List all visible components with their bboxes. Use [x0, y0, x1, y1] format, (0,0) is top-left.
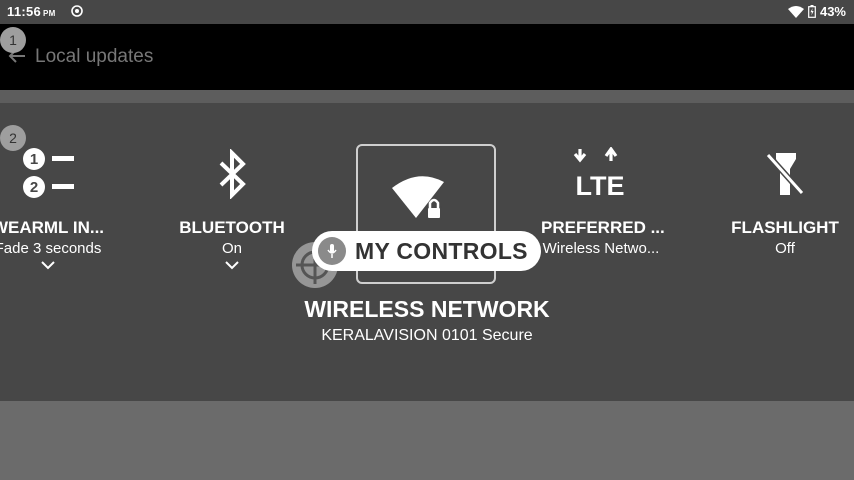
battery-charging-icon	[808, 5, 816, 18]
tile-wearml-indicators[interactable]: 1 2 WEARML IN... Fade 3 seconds	[0, 103, 108, 270]
numbered-list-icon: 1 2	[23, 148, 74, 198]
lte-icon: LTE	[573, 147, 625, 199]
bluetooth-icon	[219, 149, 246, 199]
tile-status: Wireless Netwo...	[542, 240, 660, 257]
tile-label: WEARML IN...	[0, 218, 105, 237]
voice-command-label[interactable]: MY CONTROLS	[312, 231, 541, 271]
voice-command-text: MY CONTROLS	[355, 237, 528, 264]
content-strip	[0, 90, 854, 103]
battery-level: 43%	[819, 4, 846, 19]
svg-text:LTE: LTE	[576, 171, 625, 199]
chevron-down-icon[interactable]	[41, 261, 55, 270]
tile-label: BLUETOOTH	[179, 218, 285, 237]
status-bar: 11:56 PM 43%	[0, 0, 854, 24]
quick-controls-panel: 2 1 2 WEARML IN... Fade 3 seconds BLUETO…	[0, 103, 854, 401]
tile-flashlight[interactable]: FLASHLIGHT Off	[725, 103, 845, 257]
flashlight-off-icon	[765, 152, 805, 196]
chevron-down-icon[interactable]	[225, 261, 239, 270]
wifi-lock-icon	[392, 176, 444, 220]
sync-icon	[71, 5, 83, 17]
tile-label: FLASHLIGHT	[731, 218, 839, 237]
tile-preferred-network[interactable]: LTE PREFERRED ... Wireless Netwo...	[541, 103, 665, 257]
tile-status: Off	[775, 240, 795, 257]
tile-label: WIRELESS NETWORK	[304, 296, 550, 322]
microphone-icon	[318, 237, 346, 265]
tile-status: Fade 3 seconds	[0, 240, 102, 257]
number-badge-1: 1	[0, 27, 26, 53]
app-bar: Local updates	[0, 24, 854, 90]
wifi-signal-icon	[787, 5, 804, 18]
tile-label: PREFERRED ...	[541, 218, 665, 237]
tile-status: KERALAVISION 0101 Secure	[321, 327, 533, 344]
svg-text:1: 1	[30, 151, 38, 168]
tile-bluetooth[interactable]: BLUETOOTH On	[172, 103, 292, 270]
page-title: Local updates	[35, 46, 154, 67]
svg-text:2: 2	[30, 179, 38, 196]
tile-status: On	[221, 240, 242, 257]
clock: 11:56 PM	[7, 4, 56, 19]
